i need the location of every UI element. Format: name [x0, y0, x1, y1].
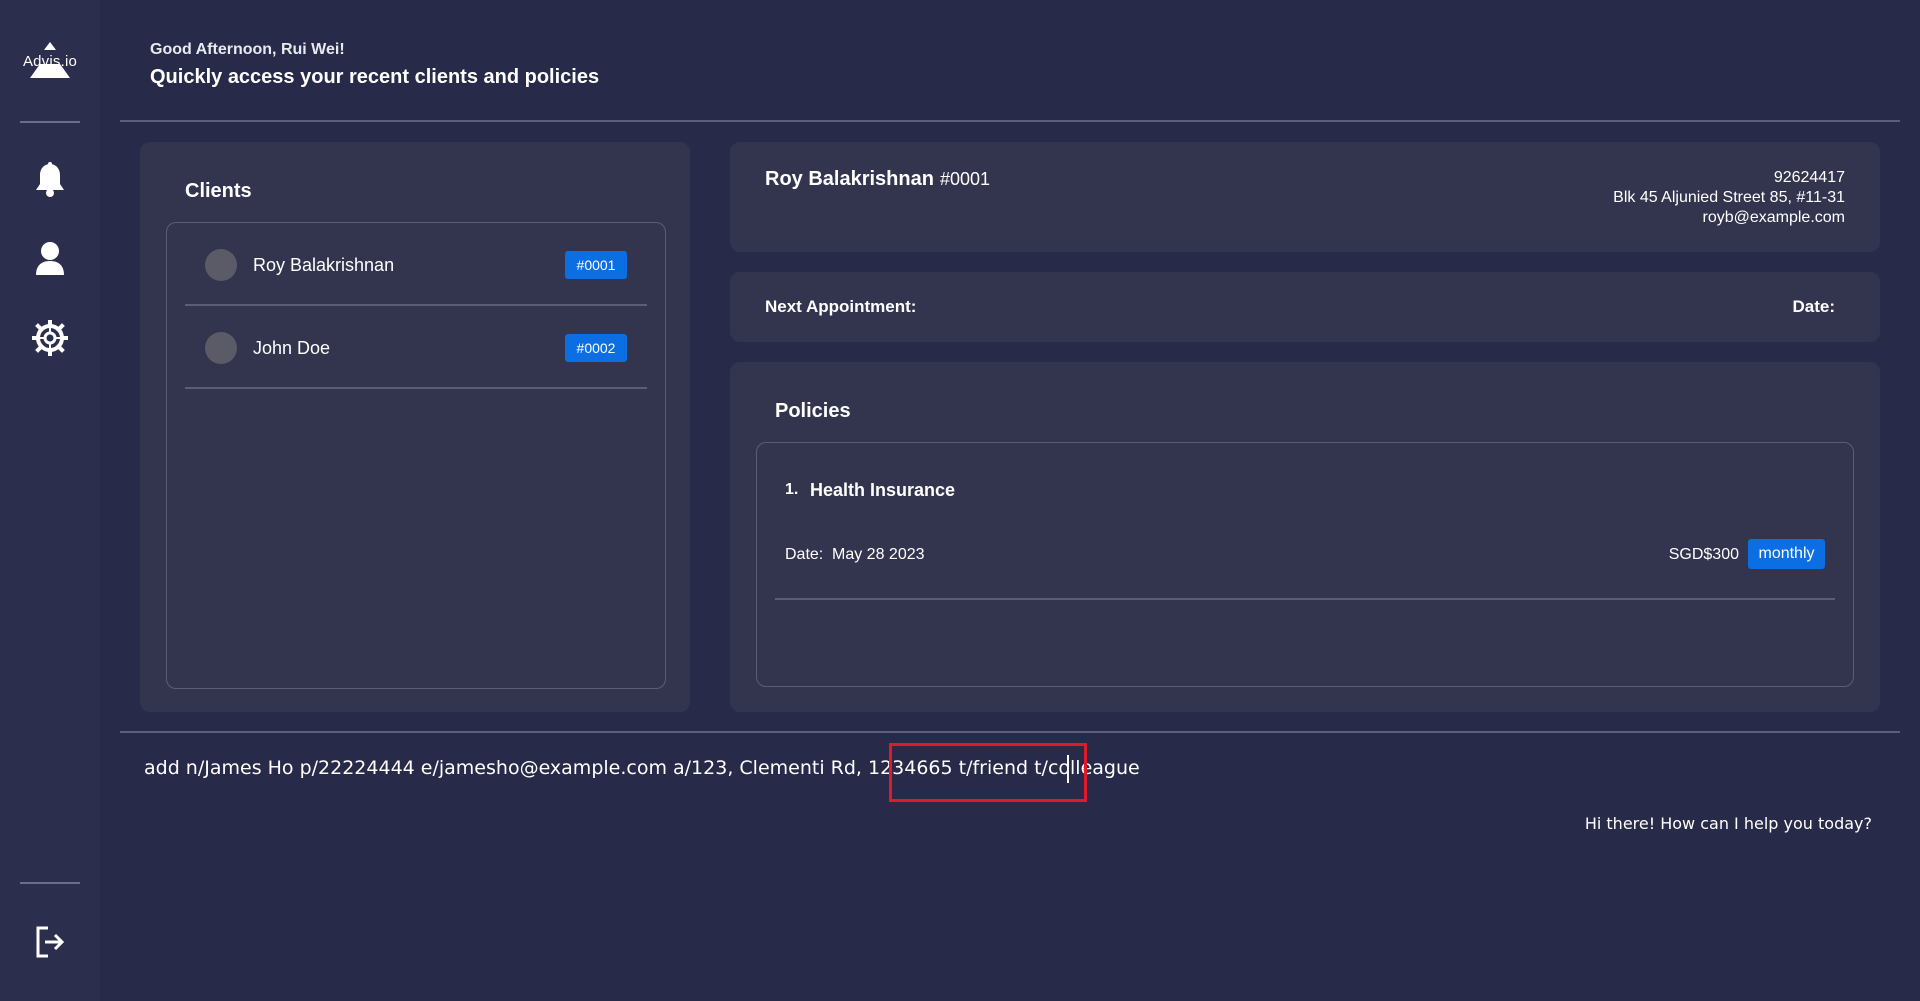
page-title: Quickly access your recent clients and p… — [150, 66, 600, 88]
detail-client-id: #0001 — [940, 169, 991, 189]
sidebar-item-logout[interactable] — [30, 922, 70, 962]
policy-name: Health Insurance — [810, 480, 956, 500]
logout-icon — [36, 926, 65, 958]
clients-title: Clients — [185, 180, 252, 202]
clients-list[interactable]: Roy Balakrishnan #0001 John Doe #0002 — [166, 222, 666, 689]
sidebar-divider-bottom — [20, 882, 80, 884]
header-divider — [120, 120, 1900, 122]
policy-date-label: Date: — [785, 546, 824, 563]
avatar — [205, 249, 237, 281]
sidebar-divider-top — [20, 121, 80, 123]
appointment-panel: Next Appointment: Date: — [730, 272, 1880, 342]
policy-date: May 28 2023 — [832, 546, 925, 563]
policy-item[interactable]: 1. Health Insurance Date: May 28 2023 SG… — [775, 443, 1835, 600]
client-row[interactable]: John Doe #0002 — [185, 306, 647, 389]
logo-text: Advis.io — [22, 53, 78, 70]
sidebar-item-notifications[interactable] — [30, 160, 70, 200]
client-name: Roy Balakrishnan — [253, 255, 395, 275]
policy-frequency-badge: monthly — [1748, 539, 1825, 569]
text-caret — [1067, 755, 1069, 783]
highlight-annotation — [889, 743, 1087, 802]
client-detail-panel: Roy Balakrishnan #0001 92624417 Blk 45 A… — [730, 142, 1880, 252]
app-window: Advis.io Good Afternoon, Rui Wei! Quickl… — [0, 0, 1920, 1001]
next-appointment-label: Next Appointment: — [765, 297, 917, 316]
greeting-text: Good Afternoon, Rui Wei! — [150, 41, 345, 58]
clients-panel: Clients Roy Balakrishnan #0001 John Doe … — [140, 142, 690, 712]
detail-address: Blk 45 Aljunied Street 85, #11-31 — [1613, 189, 1845, 206]
sidebar-item-profile[interactable] — [30, 238, 70, 278]
client-id-badge: #0001 — [565, 251, 627, 279]
policies-title: Policies — [775, 400, 851, 422]
detail-contact: 92624417 Blk 45 Aljunied Street 85, #11-… — [1613, 168, 1845, 228]
app-logo[interactable]: Advis.io — [18, 38, 82, 84]
bell-icon — [36, 162, 64, 197]
client-name: John Doe — [253, 338, 331, 358]
client-id-badge: #0002 — [565, 334, 627, 362]
policy-amount: SGD$300 — [1668, 546, 1739, 563]
command-divider — [120, 731, 1900, 733]
detail-phone: 92624417 — [1773, 169, 1845, 186]
client-row[interactable]: Roy Balakrishnan #0001 — [185, 223, 647, 306]
policy-index: 1. — [785, 481, 799, 498]
detail-client-name: Roy Balakrishnan — [765, 168, 934, 190]
gear-icon — [32, 320, 68, 356]
avatar — [205, 332, 237, 364]
user-icon — [36, 242, 64, 275]
appointment-date-label: Date: — [1792, 297, 1835, 316]
policies-panel: Policies 1. Health Insurance Date: May 2… — [730, 362, 1880, 712]
sidebar: Advis.io — [0, 0, 100, 1001]
detail-email: royb@example.com — [1702, 209, 1845, 226]
sidebar-item-settings[interactable] — [30, 318, 70, 358]
policies-list[interactable]: 1. Health Insurance Date: May 28 2023 SG… — [756, 442, 1854, 687]
response-message: Hi there! How can I help you today? — [1584, 814, 1872, 833]
